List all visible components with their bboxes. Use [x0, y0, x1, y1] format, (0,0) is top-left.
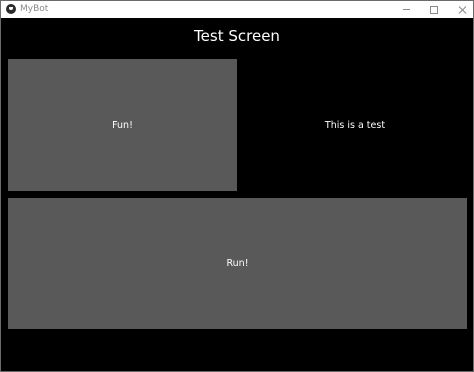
fun-button-label: Fun!	[112, 119, 133, 131]
window-title: MyBot	[20, 4, 49, 14]
run-button-label: Run!	[226, 258, 249, 269]
main-content: Test Screen Fun! This is a test Run!	[1, 18, 473, 371]
fun-button[interactable]: Fun!	[8, 59, 237, 191]
test-label-text: This is a test	[324, 119, 386, 131]
maximize-icon	[430, 5, 438, 14]
test-label: This is a test	[237, 59, 473, 191]
run-button[interactable]: Run!	[8, 198, 467, 329]
title-bar[interactable]: MyBot	[1, 1, 473, 18]
app-window: MyBot Test Screen Fun! This is a test Ru…	[0, 0, 474, 372]
close-icon	[458, 6, 466, 14]
close-button[interactable]	[448, 1, 474, 18]
minimize-icon	[402, 9, 410, 10]
app-logo-icon	[6, 4, 16, 14]
maximize-button[interactable]	[420, 1, 448, 18]
screen-title: Test Screen	[194, 27, 280, 45]
minimize-button[interactable]	[392, 1, 420, 18]
